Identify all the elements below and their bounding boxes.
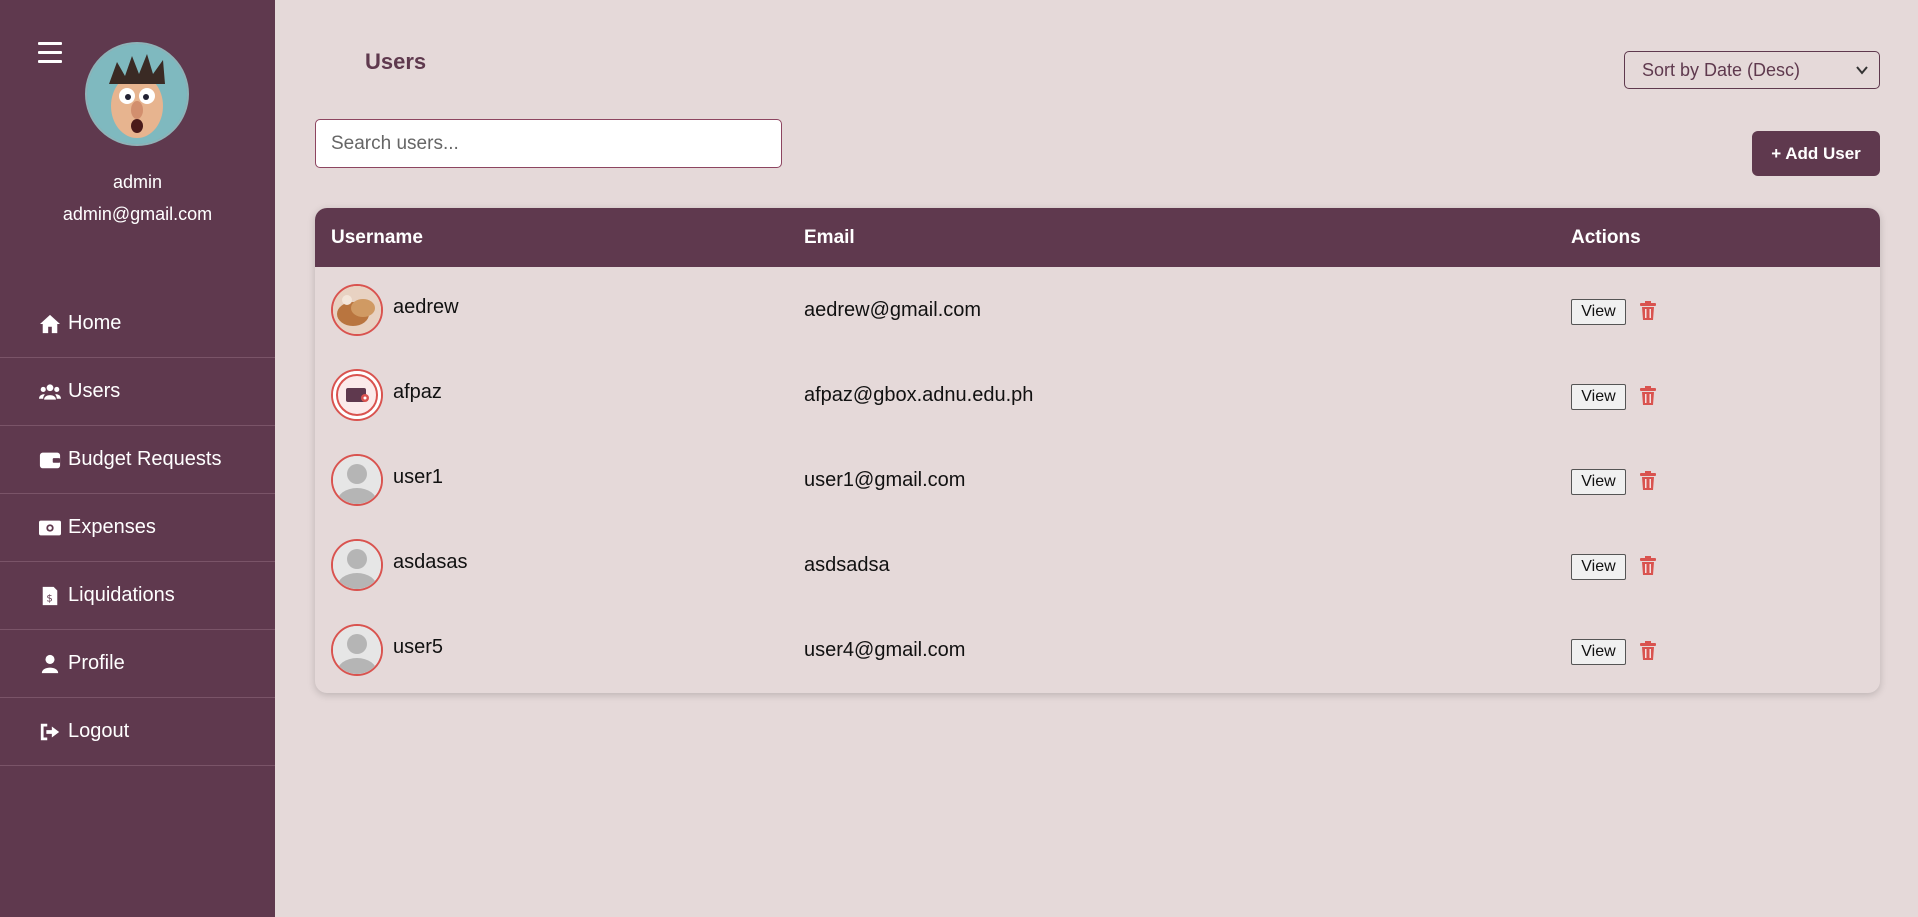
view-button[interactable]: View (1571, 554, 1626, 580)
sidebar-item-label: Logout (68, 720, 130, 742)
money-bill-icon (38, 517, 62, 539)
sidebar-item-label: Expenses (68, 516, 156, 538)
view-button[interactable]: View (1571, 384, 1626, 410)
email-cell: user1@gmail.com (804, 469, 966, 491)
sort-select[interactable]: Sort by Date (Desc) (1624, 51, 1880, 89)
sidebar-item-profile[interactable]: Profile (0, 630, 275, 698)
wallet-icon (38, 449, 62, 471)
search-input[interactable] (315, 119, 782, 168)
email-cell: user4@gmail.com (804, 639, 966, 661)
trash-icon[interactable] (1639, 301, 1657, 321)
sidebar-item-users[interactable]: Users (0, 358, 275, 426)
trash-icon[interactable] (1639, 556, 1657, 576)
sidebar-item-label: Home (68, 312, 122, 334)
trash-icon[interactable] (1639, 386, 1657, 406)
table-body: aedrew aedrew@gmail.com View afpaz afpaz… (315, 267, 1880, 692)
sidebar-item-home[interactable]: Home (0, 290, 275, 358)
add-user-button[interactable]: + Add User (1752, 131, 1880, 176)
username-cell: user1 (393, 466, 444, 488)
logout-icon (38, 721, 62, 743)
username-cell: afpaz (393, 381, 442, 403)
column-header-email: Email (804, 227, 855, 248)
trash-icon[interactable] (1639, 471, 1657, 491)
sidebar-item-logout[interactable]: Logout (0, 698, 275, 766)
sidebar-nav: Home Users Budget Requests Expenses $ Li… (0, 290, 275, 766)
home-icon (38, 313, 62, 335)
sidebar-item-label: Users (68, 380, 121, 402)
view-button[interactable]: View (1571, 469, 1626, 495)
username-cell: aedrew (393, 296, 459, 318)
sidebar-item-label: Budget Requests (68, 448, 222, 470)
view-button[interactable]: View (1571, 639, 1626, 665)
username-cell: asdasas (393, 551, 468, 573)
user-avatar (331, 369, 383, 421)
page-title: Users (365, 49, 427, 74)
sidebar-item-label: Liquidations (68, 584, 175, 606)
email-cell: afpaz@gbox.adnu.edu.ph (804, 384, 1034, 406)
user-icon (38, 653, 62, 675)
email-cell: aedrew@gmail.com (804, 299, 982, 321)
sidebar-username: admin (112, 172, 163, 192)
sidebar-item-budget-requests[interactable]: Budget Requests (0, 426, 275, 494)
table-row: user5 user4@gmail.com View (315, 607, 1880, 692)
sidebar-item-expenses[interactable]: Expenses (0, 494, 275, 562)
sidebar: admin admin@gmail.com Home Users Budget … (0, 0, 275, 917)
view-button[interactable]: View (1571, 299, 1626, 325)
admin-avatar (85, 42, 189, 146)
svg-text:$: $ (46, 593, 52, 604)
chevron-down-icon (1856, 66, 1868, 75)
table-row: user1 user1@gmail.com View (315, 437, 1880, 522)
user-avatar (331, 284, 383, 336)
hamburger-menu-icon[interactable] (38, 42, 66, 70)
table-row: asdasas asdsadsa View (315, 522, 1880, 607)
sidebar-email: admin@gmail.com (62, 204, 213, 224)
column-header-actions: Actions (1571, 227, 1641, 248)
users-table: Username Email Actions aedrew aedrew@gma… (315, 208, 1880, 693)
default-avatar-icon (331, 454, 383, 506)
users-icon (38, 381, 62, 403)
sidebar-item-label: Profile (68, 652, 125, 674)
default-avatar-icon (331, 539, 383, 591)
username-cell: user5 (393, 636, 444, 658)
table-header: Username Email Actions (315, 208, 1880, 267)
receipt-icon: $ (38, 585, 62, 607)
email-cell: asdsadsa (804, 554, 890, 576)
trash-icon[interactable] (1639, 641, 1657, 661)
column-header-username: Username (331, 227, 423, 248)
table-row: afpaz afpaz@gbox.adnu.edu.ph View (315, 352, 1880, 437)
app-root: admin admin@gmail.com Home Users Budget … (0, 0, 1918, 917)
table-row: aedrew aedrew@gmail.com View (315, 267, 1880, 352)
sort-select-value: Sort by Date (Desc) (1642, 59, 1801, 80)
default-avatar-icon (331, 624, 383, 676)
sidebar-item-liquidations[interactable]: $ Liquidations (0, 562, 275, 630)
